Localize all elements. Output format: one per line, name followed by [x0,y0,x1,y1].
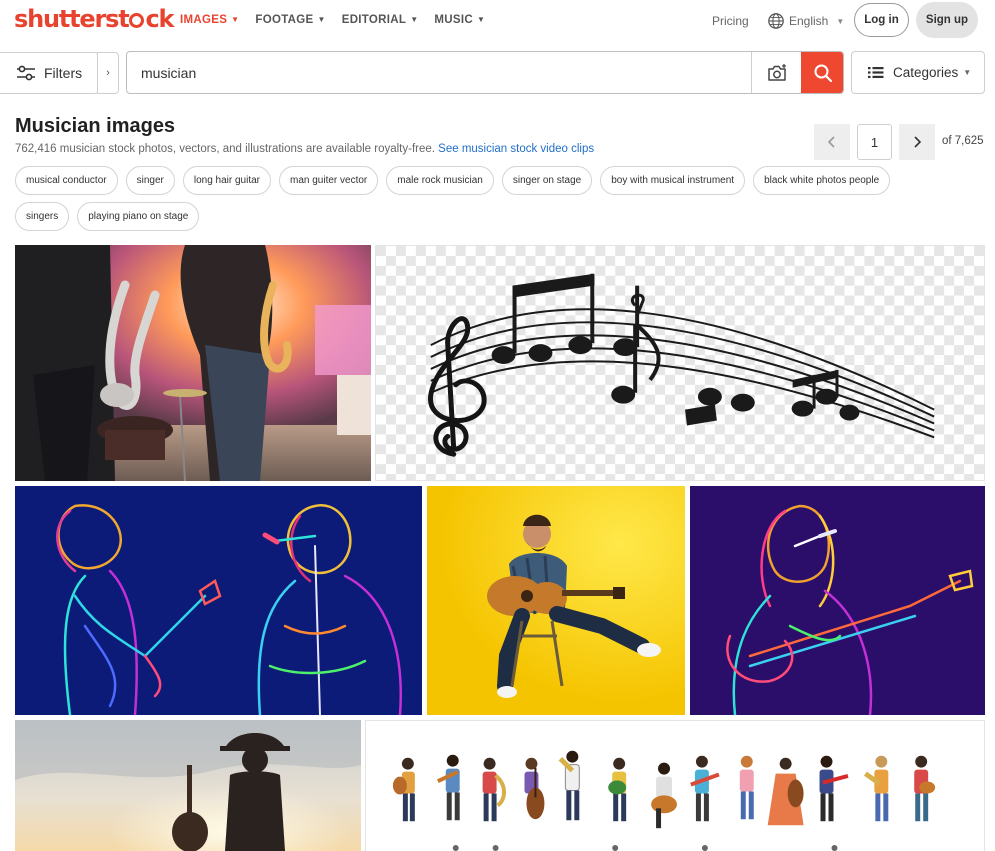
search-button[interactable] [801,52,843,93]
pricing-link[interactable]: Pricing [712,14,749,28]
guitarist-yellow-photo [427,486,685,715]
related-search-chip[interactable]: singer [125,166,175,195]
saxophone-players-photo [15,245,371,481]
prev-page-button[interactable] [814,124,850,160]
result-image-saxophone-players[interactable] [15,245,371,481]
related-search-chip[interactable]: man guiter vector [279,166,379,195]
categories-label: Categories [893,65,959,80]
result-image-neon-musicians[interactable] [15,486,422,715]
related-searches: musical conductor singer long hair guita… [15,166,945,231]
sliders-icon [17,65,35,81]
globe-icon [768,13,784,29]
result-image-neon-guitarist[interactable] [690,486,985,715]
next-page-button[interactable] [899,124,935,160]
related-search-chip[interactable]: singers [15,202,70,231]
nav-music[interactable]: MUSIC ▼ [434,14,485,26]
results-summary: 762,416 musician stock photos, vectors, … [15,143,594,155]
chevron-down-icon: ▼ [963,68,972,77]
nav-music-label: MUSIC [434,14,473,26]
related-search-chip[interactable]: singer on stage [501,166,593,195]
logo-o-icon [129,13,145,28]
result-image-music-notes[interactable] [375,245,985,481]
cartoon-musicians-illustration [366,721,984,851]
nav-footage[interactable]: FOOTAGE ▼ [255,14,325,26]
related-search-chip[interactable]: playing piano on stage [77,202,200,231]
nav-footage-label: FOOTAGE [255,14,314,26]
neon-guitarist-illustration [690,486,985,715]
nav-editorial[interactable]: EDITORIAL ▼ [342,14,419,26]
related-search-chip[interactable]: musical conductor [15,166,118,195]
chevron-down-icon: ▼ [410,15,419,24]
nav-images[interactable]: IMAGES ▼ [180,14,239,26]
result-image-sunset-guitarist[interactable] [15,720,361,851]
categories-dropdown[interactable]: Categories ▼ [851,51,985,94]
top-nav: shutterst ck IMAGES ▼ FOOTAGE ▼ EDITORIAL ▼ … [0,0,995,42]
chevron-down-icon: ▼ [836,16,845,26]
nav-editorial-label: EDITORIAL [341,14,407,26]
list-icon [868,67,884,78]
result-image-cartoon-musicians[interactable] [365,720,985,851]
filters-button[interactable]: Filters [0,52,98,94]
nav-images-label: IMAGES [180,14,228,26]
total-pages: of 7,625 [942,135,984,147]
page-title: Musician images [15,115,176,137]
related-search-chip[interactable]: boy with musical instrument [600,166,746,195]
chevron-right-icon: › [106,67,110,79]
login-button[interactable]: Log in [854,3,909,37]
filters-expand-button[interactable]: › [97,52,119,94]
related-search-chip[interactable]: long hair guitar [182,166,271,195]
chevron-down-icon: ▼ [231,15,240,24]
filters-label: Filters [44,65,83,81]
chevron-right-icon [914,136,922,148]
page-number-input[interactable] [857,124,892,160]
search-bar [126,51,844,94]
search-input[interactable] [127,52,751,93]
chevron-down-icon: ▼ [317,15,326,24]
shutterstock-logo[interactable]: shutterst ck [14,5,174,33]
logo-text-start: shutterst [14,5,130,33]
results-count-text: 762,416 musician stock photos, vectors, … [15,143,435,155]
search-by-image-button[interactable] [751,52,801,93]
related-search-chip[interactable]: male rock musician [386,166,494,195]
magnifier-icon [814,64,832,82]
logo-text-end: ck [145,5,174,33]
sunset-guitarist-photo [15,720,361,851]
related-search-chip[interactable]: black white photos people [753,166,891,195]
main-nav: IMAGES ▼ FOOTAGE ▼ EDITORIAL ▼ MUSIC ▼ [180,14,485,26]
signup-button[interactable]: Sign up [916,2,978,38]
music-notes-illustration [376,246,984,480]
video-clips-link[interactable]: See musician stock video clips [438,143,594,155]
neon-musicians-illustration [15,486,422,715]
camera-search-icon [767,63,786,81]
language-label: English [789,14,829,28]
language-selector[interactable]: English ▼ [767,12,844,30]
chevron-left-icon [827,136,835,148]
result-image-guitarist-yellow[interactable] [427,486,685,715]
chevron-down-icon: ▼ [476,15,486,24]
